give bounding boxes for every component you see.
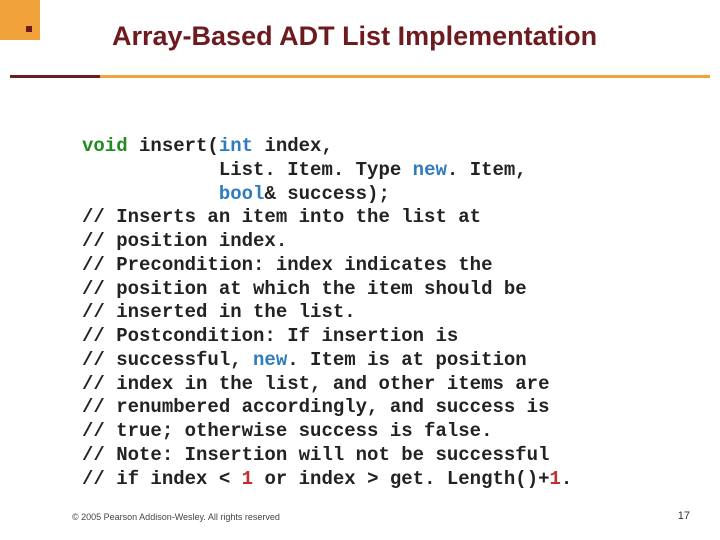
code-block: void insert(int index, List. Item. Type … bbox=[82, 135, 680, 491]
comment-line: // Postcondition: If insertion is bbox=[82, 325, 458, 347]
page-number: 17 bbox=[678, 510, 690, 522]
comment-line: // true; otherwise success is false. bbox=[82, 420, 492, 442]
keyword-int: int bbox=[219, 135, 253, 157]
code-text: insert( bbox=[128, 135, 219, 157]
code-text: index, bbox=[253, 135, 333, 157]
slide: Array-Based ADT List Implementation void… bbox=[0, 0, 720, 540]
comment-line: . Item is at position bbox=[287, 349, 526, 371]
literal-number: 1 bbox=[550, 468, 561, 490]
copyright-footer: © 2005 Pearson Addison-Wesley. All right… bbox=[72, 512, 280, 522]
comment-line: // position index. bbox=[82, 230, 287, 252]
code-indent bbox=[82, 183, 219, 205]
comment-line: // if index < bbox=[82, 468, 242, 490]
keyword-bool: bool bbox=[219, 183, 265, 205]
keyword-new: new bbox=[253, 349, 287, 371]
comment-line: // Precondition: index indicates the bbox=[82, 254, 492, 276]
code-text: List. Item. Type bbox=[219, 159, 413, 181]
accent-rule-dark bbox=[10, 75, 100, 78]
accent-dot bbox=[26, 26, 32, 32]
code-text: . Item, bbox=[447, 159, 527, 181]
keyword-void: void bbox=[82, 135, 128, 157]
comment-line: // index in the list, and other items ar… bbox=[82, 373, 549, 395]
comment-line: // renumbered accordingly, and success i… bbox=[82, 396, 549, 418]
accent-rule-orange bbox=[100, 75, 710, 78]
comment-line: // inserted in the list. bbox=[82, 301, 356, 323]
code-indent bbox=[82, 159, 219, 181]
comment-line: . bbox=[561, 468, 572, 490]
keyword-new: new bbox=[413, 159, 447, 181]
comment-line: // Note: Insertion will not be successfu… bbox=[82, 444, 549, 466]
comment-line: // position at which the item should be bbox=[82, 278, 527, 300]
comment-line: // successful, bbox=[82, 349, 253, 371]
literal-number: 1 bbox=[242, 468, 253, 490]
comment-line: // Inserts an item into the list at bbox=[82, 206, 481, 228]
accent-square bbox=[0, 0, 40, 40]
comment-line: or index > get. Length()+ bbox=[253, 468, 549, 490]
code-text: & success); bbox=[264, 183, 389, 205]
page-title: Array-Based ADT List Implementation bbox=[112, 22, 700, 52]
